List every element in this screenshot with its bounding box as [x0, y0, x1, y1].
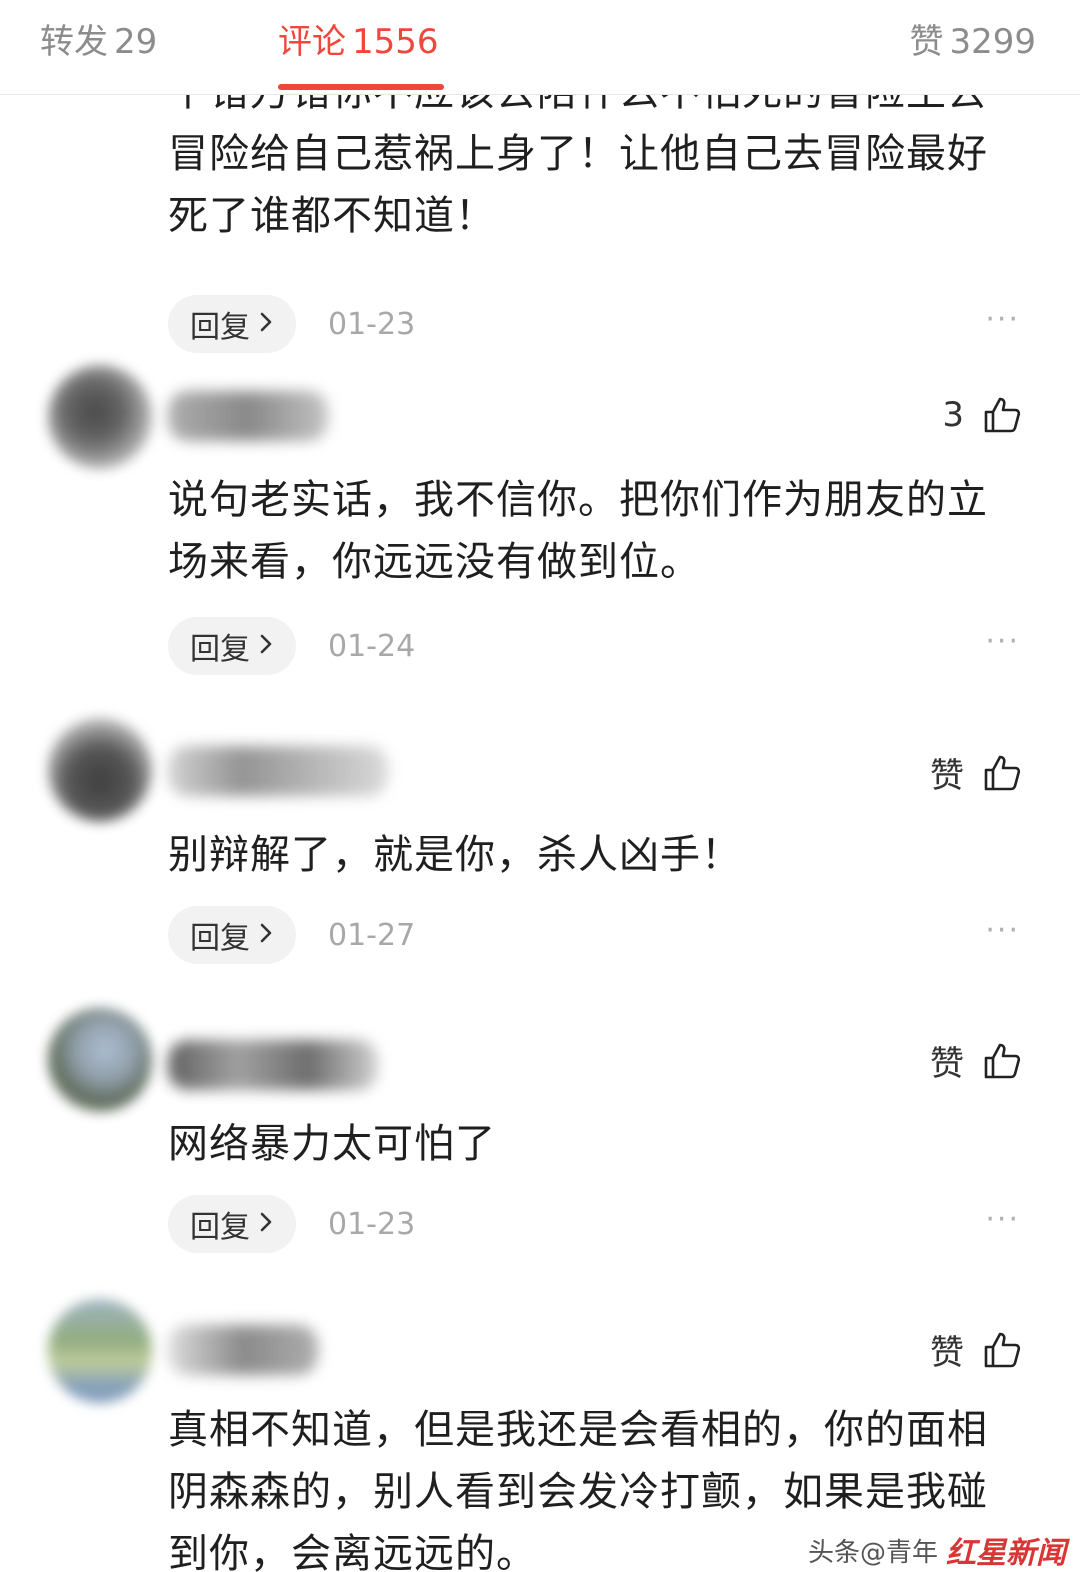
username-blurred[interactable]	[168, 1040, 378, 1090]
comment-text: 说句老实话，我不信你。把你们作为朋友的立场来看，你远远没有做到位。	[168, 477, 988, 585]
comment-list: 千错万错你不应该去陪什么不怕死的冒险王去冒险给自己惹祸上身了！让他自己去冒险最好…	[0, 95, 1080, 1572]
reply-label: 回复	[190, 1210, 250, 1245]
reply-label: 回复	[190, 921, 250, 956]
like-count: 3	[942, 395, 964, 435]
avatar[interactable]	[48, 1299, 152, 1403]
reply-label: 回复	[190, 632, 250, 667]
like-button[interactable]: 赞	[930, 1325, 1022, 1374]
comment-meta: 回复 01-23	[168, 1194, 415, 1254]
active-tab-indicator	[278, 84, 444, 90]
comment-date: 01-24	[328, 628, 416, 664]
avatar[interactable]	[48, 1008, 152, 1112]
comment-date: 01-23	[328, 306, 416, 342]
more-options-button[interactable]: ···	[985, 913, 1020, 948]
tab-comments[interactable]: 评论 1556	[278, 14, 439, 63]
tab-comments-count: 1556	[352, 22, 439, 62]
reply-button[interactable]: 回复	[168, 617, 296, 675]
avatar[interactable]	[48, 718, 152, 822]
comment-text: 网络暴力太可怕了	[168, 1121, 496, 1167]
tab-comments-label: 评论	[278, 22, 346, 62]
reply-label: 回复	[190, 310, 250, 345]
more-options-button[interactable]: ···	[985, 1202, 1020, 1237]
comment-text: 别辩解了，就是你，杀人凶手！	[168, 832, 742, 878]
thumbs-up-icon	[982, 1330, 1022, 1370]
tab-repost-label: 转发	[40, 22, 108, 62]
username-blurred[interactable]	[168, 1325, 318, 1375]
tab-likes-count: 3299	[949, 22, 1036, 62]
more-options-button[interactable]: ···	[985, 624, 1020, 659]
chevron-right-icon	[258, 629, 274, 664]
username-blurred[interactable]	[168, 391, 328, 441]
like-label: 赞	[930, 1044, 964, 1084]
watermark-logo: 红星新闻	[946, 1536, 1066, 1571]
comment-date: 01-23	[328, 1206, 416, 1242]
chevron-right-icon	[258, 918, 274, 953]
like-button[interactable]: 赞	[930, 748, 1022, 797]
chevron-right-icon	[258, 1207, 274, 1242]
reply-button[interactable]: 回复	[168, 1195, 296, 1253]
more-options-button[interactable]: ···	[985, 302, 1020, 337]
reply-button[interactable]: 回复	[168, 295, 296, 353]
thumbs-up-icon	[982, 1041, 1022, 1081]
like-label: 赞	[930, 1333, 964, 1373]
comment-date: 01-27	[328, 917, 416, 953]
like-button[interactable]: 3	[942, 395, 1022, 435]
thumbs-up-icon	[982, 395, 1022, 435]
avatar[interactable]	[48, 365, 152, 469]
comment-tab-bar: 转发 29 评论 1556 赞 3299	[0, 0, 1080, 95]
comment-meta: 回复 01-27	[168, 905, 415, 965]
comment-meta: 回复 01-24	[168, 616, 415, 676]
tab-likes[interactable]: 赞 3299	[909, 14, 1036, 63]
chevron-right-icon	[258, 307, 274, 342]
comment-text: 千错万错你不应该去陪什么不怕死的冒险王去冒险给自己惹祸上身了！让他自己去冒险最好…	[168, 95, 988, 239]
like-button[interactable]: 赞	[930, 1036, 1022, 1085]
comment-meta: 回复 01-23	[168, 294, 415, 354]
reply-button[interactable]: 回复	[168, 906, 296, 964]
watermark-text: 头条@青年	[807, 1537, 938, 1568]
tab-likes-label: 赞	[909, 22, 944, 62]
tab-repost-count: 29	[114, 22, 158, 62]
thumbs-up-icon	[982, 753, 1022, 793]
username-blurred[interactable]	[168, 746, 388, 796]
tab-repost[interactable]: 转发 29	[40, 14, 157, 63]
like-label: 赞	[930, 756, 964, 796]
watermark: 头条@青年 红星新闻	[808, 1528, 1066, 1572]
